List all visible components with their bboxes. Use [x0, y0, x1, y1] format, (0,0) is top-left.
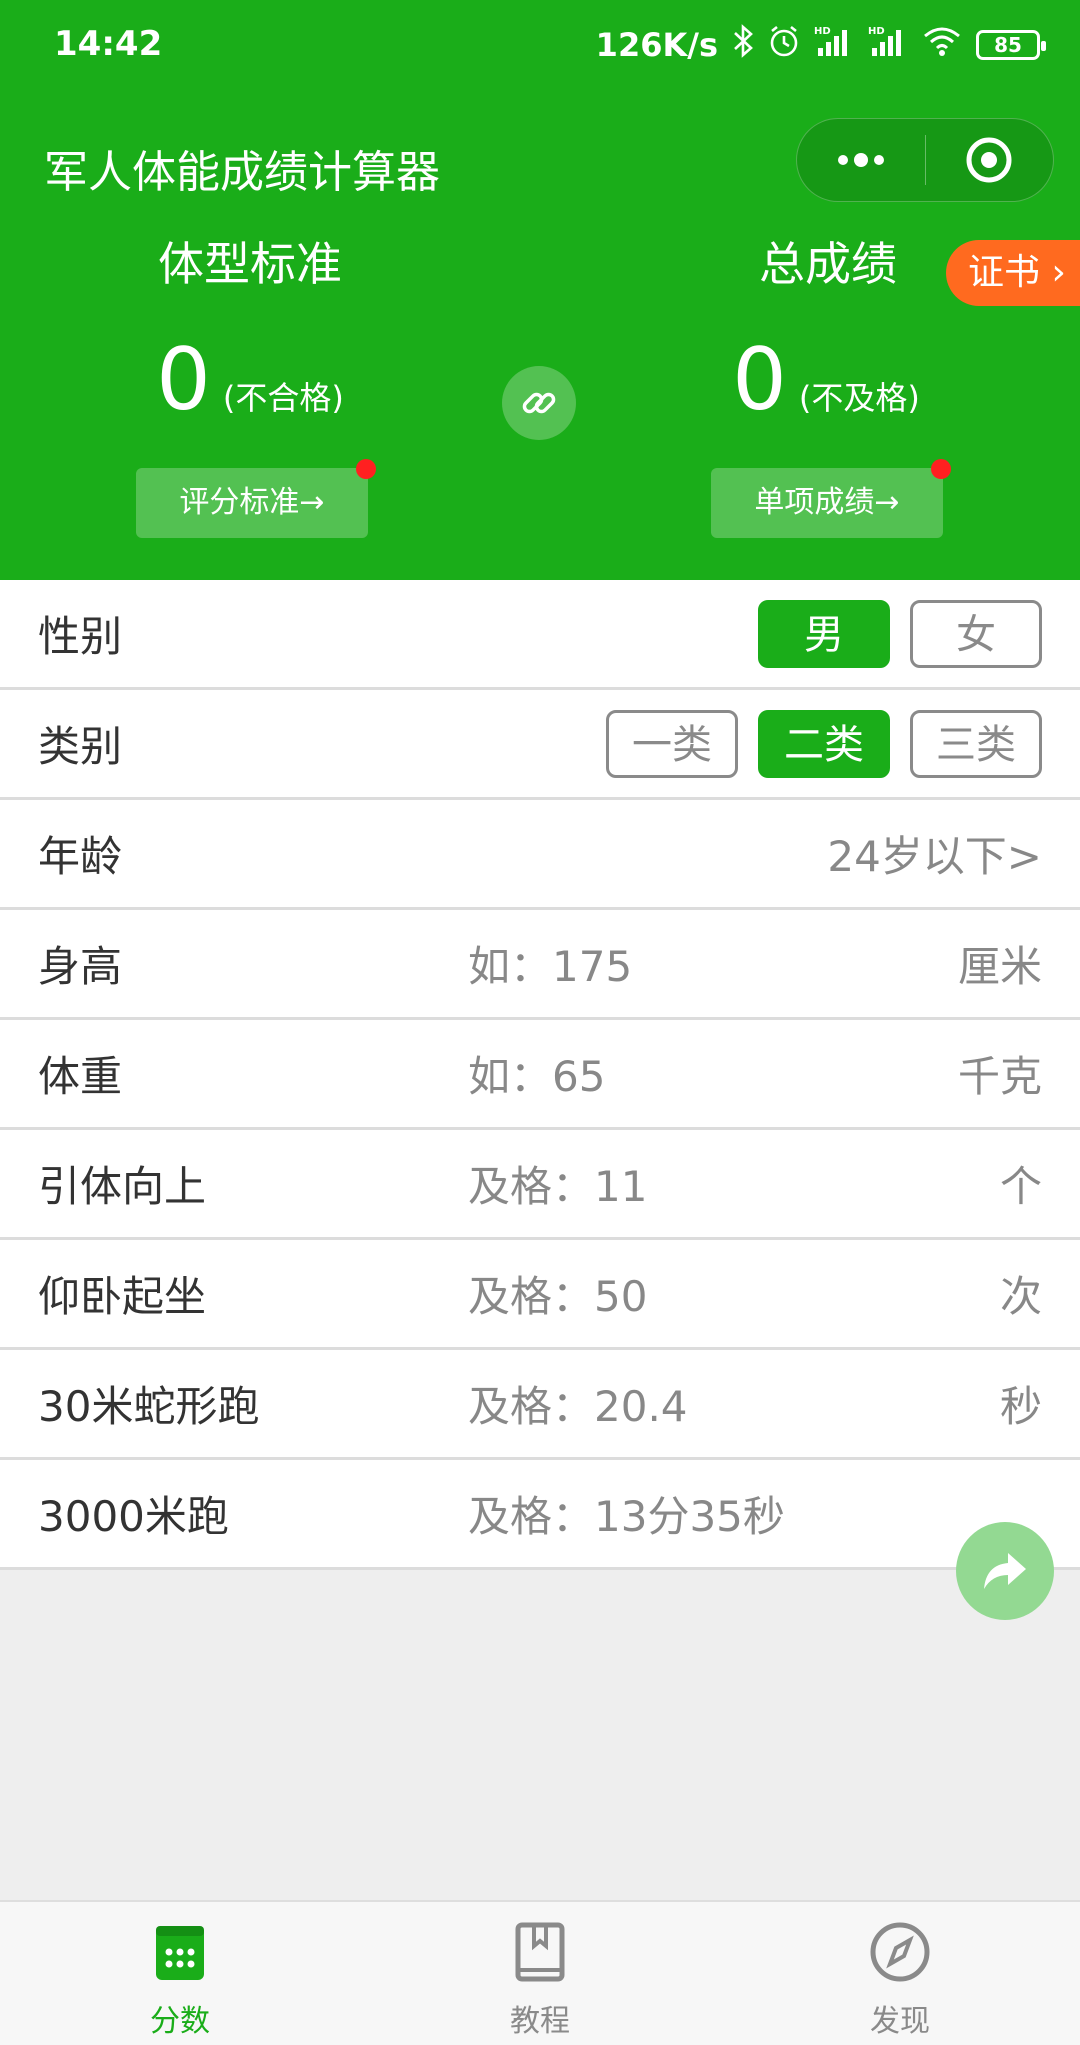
notification-dot	[356, 459, 376, 479]
wifi-icon	[922, 24, 962, 66]
battery-level: 85	[994, 33, 1022, 57]
tab-label: 发现	[870, 2004, 930, 2039]
certificate-button[interactable]: 证书 ›	[946, 240, 1080, 306]
tab-discover[interactable]: 发现	[720, 1902, 1080, 2045]
item-scores-button[interactable]: 单项成绩→	[711, 468, 943, 538]
category-option-3[interactable]: 三类	[910, 709, 1042, 778]
alarm-icon	[768, 24, 800, 66]
book-icon	[508, 1920, 572, 1984]
weight-input[interactable]: 如：65	[468, 1043, 605, 1104]
target-icon	[966, 137, 1012, 183]
category-label: 类别	[38, 722, 123, 771]
bluetooth-icon	[732, 24, 754, 66]
category-row: 类别 一类 二类 三类	[0, 690, 1080, 800]
calendar-icon	[148, 1920, 212, 1984]
situp-label: 仰卧起坐	[38, 1272, 207, 1321]
header: 14:42 126K/s HD HD 85 军人体能成绩计算器 体型标准 总成绩…	[0, 0, 1080, 580]
tab-bar: 分数 教程 发现	[0, 1900, 1080, 2045]
body-standard-title: 体型标准	[158, 237, 342, 291]
tab-label: 教程	[510, 2004, 570, 2039]
close-button[interactable]	[925, 118, 1053, 202]
tab-label: 分数	[150, 2004, 210, 2039]
snake-run-input[interactable]: 及格：20.4	[468, 1373, 688, 1434]
run3000-label: 3000米跑	[38, 1492, 229, 1541]
gender-selector: 男 女	[758, 599, 1042, 668]
body-standard-score: 0 (不合格)	[100, 330, 400, 430]
snake-run-unit: 秒	[999, 1382, 1042, 1431]
pullup-label: 引体向上	[38, 1162, 207, 1211]
age-picker[interactable]: 24岁以下>	[827, 823, 1042, 884]
link-icon	[522, 392, 556, 414]
link-button[interactable]	[502, 366, 576, 440]
snake-run-row: 30米蛇形跑 及格：20.4 秒	[0, 1350, 1080, 1460]
run3000-input[interactable]: 及格：13分35秒	[468, 1483, 785, 1544]
height-unit: 厘米	[957, 942, 1042, 991]
notification-dot	[931, 459, 951, 479]
status-time: 14:42	[54, 24, 163, 64]
app-title: 军人体能成绩计算器	[44, 147, 440, 198]
battery-icon: 85	[976, 30, 1046, 60]
age-label: 年龄	[38, 832, 123, 881]
category-selector: 一类 二类 三类	[606, 709, 1042, 778]
share-button[interactable]	[956, 1522, 1054, 1620]
net-speed: 126K/s	[595, 26, 718, 64]
weight-label: 体重	[38, 1052, 123, 1101]
situp-input[interactable]: 及格：50	[468, 1263, 647, 1324]
mini-program-capsule	[796, 118, 1054, 202]
height-input[interactable]: 如：175	[468, 933, 632, 994]
status-icons: 126K/s HD HD 85	[595, 24, 1046, 66]
scoring-standard-button[interactable]: 评分标准→	[136, 468, 368, 538]
weight-row: 体重 如：65 千克	[0, 1020, 1080, 1130]
height-label: 身高	[38, 942, 123, 991]
tab-tutorial[interactable]: 教程	[360, 1902, 720, 2045]
total-score-title: 总成绩	[759, 237, 897, 291]
more-dots-icon	[837, 153, 884, 167]
gender-label: 性别	[38, 612, 123, 661]
body-score-note: (不合格)	[222, 379, 344, 417]
total-score-value: 0	[732, 330, 787, 430]
situp-row: 仰卧起坐 及格：50 次	[0, 1240, 1080, 1350]
body-score-value: 0	[156, 330, 211, 430]
status-bar: 14:42 126K/s HD HD 85	[0, 0, 1080, 92]
total-score: 0 (不及格)	[676, 330, 976, 430]
more-button[interactable]	[797, 118, 925, 202]
signal-hd-icon: HD	[868, 24, 908, 66]
weight-unit: 千克	[957, 1052, 1042, 1101]
gender-row: 性别 男 女	[0, 580, 1080, 690]
compass-icon	[868, 1920, 932, 1984]
age-row[interactable]: 年龄 24岁以下>	[0, 800, 1080, 910]
certificate-label: 证书	[968, 252, 1041, 293]
total-score-note: (不及格)	[798, 379, 920, 417]
pullup-input[interactable]: 及格：11	[468, 1153, 647, 1214]
share-arrow-icon	[984, 1553, 1026, 1589]
pullup-row: 引体向上 及格：11 个	[0, 1130, 1080, 1240]
height-row: 身高 如：175 厘米	[0, 910, 1080, 1020]
snake-run-label: 30米蛇形跑	[38, 1382, 260, 1431]
category-option-2[interactable]: 二类	[758, 709, 890, 778]
score-form: 性别 男 女 类别 一类 二类 三类 年龄 24岁以下> 身高 如：175 厘米…	[0, 580, 1080, 1570]
situp-unit: 次	[999, 1272, 1042, 1321]
run3000-row: 3000米跑 及格：13分35秒	[0, 1460, 1080, 1570]
svg-text:HD: HD	[868, 26, 885, 37]
gender-option-female[interactable]: 女	[910, 599, 1042, 668]
gender-option-male[interactable]: 男	[758, 599, 890, 668]
chevron-right-icon: ›	[1040, 252, 1066, 293]
svg-text:HD: HD	[814, 26, 831, 37]
pullup-unit: 个	[999, 1162, 1042, 1211]
tab-scores[interactable]: 分数	[0, 1902, 360, 2045]
signal-hd-icon: HD	[814, 24, 854, 66]
category-option-1[interactable]: 一类	[606, 709, 738, 778]
